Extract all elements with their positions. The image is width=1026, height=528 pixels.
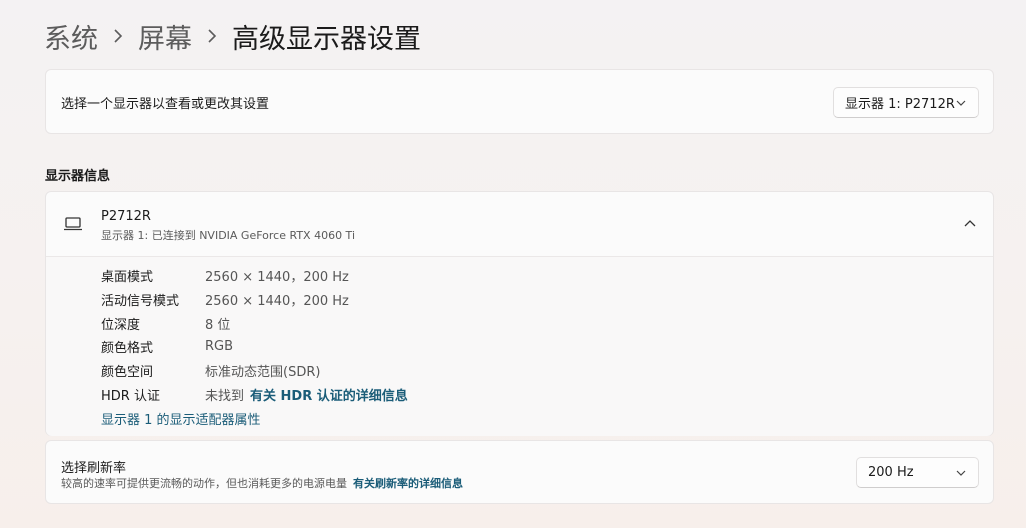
info-value: 2560 × 1440，200 Hz [205, 269, 349, 285]
display-info-card: P2712R 显示器 1: 已连接到 NVIDIA GeForce RTX 40… [45, 191, 994, 436]
chevron-down-icon [956, 100, 966, 106]
info-row-bit-depth: 位深度 8 位 [101, 313, 230, 333]
laptop-icon [64, 217, 82, 231]
chevron-right-icon [98, 29, 138, 43]
info-label: 颜色空间 [101, 364, 154, 380]
info-label: 桌面模式 [101, 269, 154, 285]
page-title: 高级显示器设置 [232, 23, 421, 55]
refresh-rate-value: 200 Hz [868, 465, 914, 480]
info-value: RGB [205, 338, 234, 354]
breadcrumb-item-system[interactable]: 系统 [44, 17, 98, 56]
breadcrumb-item-display[interactable]: 屏幕 [138, 17, 192, 56]
select-display-card: 选择一个显示器以查看或更改其设置 显示器 1: P2712R [45, 69, 994, 134]
info-value: 2560 × 1440，200 Hz [205, 293, 349, 309]
info-row-color-format: 颜色格式 RGB [101, 336, 233, 356]
info-row-hdr-certification: HDR 认证 未找到 有关 HDR 认证的详细信息 [101, 384, 408, 404]
refresh-rate-description-text: 较高的速率可提供更流畅的动作，但也消耗更多的电源电量 [61, 477, 347, 490]
chevron-down-icon [956, 470, 966, 476]
select-display-label: 选择一个显示器以查看或更改其设置 [61, 97, 270, 112]
info-label: 颜色格式 [101, 340, 154, 356]
info-value: 标准动态范围(SDR) [205, 364, 321, 380]
refresh-rate-info-link[interactable]: 有关刷新率的详细信息 [353, 477, 463, 490]
display-select-dropdown[interactable]: 显示器 1: P2712R [833, 87, 979, 118]
info-row-color-space: 颜色空间 标准动态范围(SDR) [101, 360, 320, 380]
hdr-certification-link[interactable]: 有关 HDR 认证的详细信息 [250, 385, 408, 404]
monitor-name: P2712R [101, 209, 151, 224]
info-label: HDR 认证 [101, 388, 160, 404]
refresh-rate-description: 较高的速率可提供更流畅的动作，但也消耗更多的电源电量 有关刷新率的详细信息 [61, 475, 463, 491]
chevron-up-icon[interactable] [964, 219, 976, 229]
breadcrumb: 系统 屏幕 高级显示器设置 [44, 14, 421, 58]
info-value: 未找到 [205, 388, 245, 404]
info-value: 8 位 [205, 317, 231, 333]
info-row-active-signal-mode: 活动信号模式 2560 × 1440，200 Hz [101, 289, 349, 309]
display-info-details: 桌面模式 2560 × 1440，200 Hz 活动信号模式 2560 × 14… [46, 257, 993, 436]
refresh-rate-card: 选择刷新率 较高的速率可提供更流畅的动作，但也消耗更多的电源电量 有关刷新率的详细… [45, 440, 994, 504]
monitor-subtitle: 显示器 1: 已连接到 NVIDIA GeForce RTX 4060 Ti [101, 229, 355, 242]
info-row-desktop-mode: 桌面模式 2560 × 1440，200 Hz [101, 265, 349, 285]
display-info-header[interactable]: P2712R 显示器 1: 已连接到 NVIDIA GeForce RTX 40… [46, 192, 993, 257]
display-info-section-title: 显示器信息 [45, 169, 111, 184]
refresh-rate-dropdown[interactable]: 200 Hz [856, 457, 979, 488]
display-adapter-properties-link[interactable]: 显示器 1 的显示适配器属性 [101, 409, 261, 428]
display-select-value: 显示器 1: P2712R [845, 97, 955, 112]
chevron-right-icon [192, 29, 232, 43]
info-label: 活动信号模式 [101, 293, 180, 309]
info-label: 位深度 [101, 317, 141, 333]
refresh-rate-title: 选择刷新率 [61, 461, 127, 476]
